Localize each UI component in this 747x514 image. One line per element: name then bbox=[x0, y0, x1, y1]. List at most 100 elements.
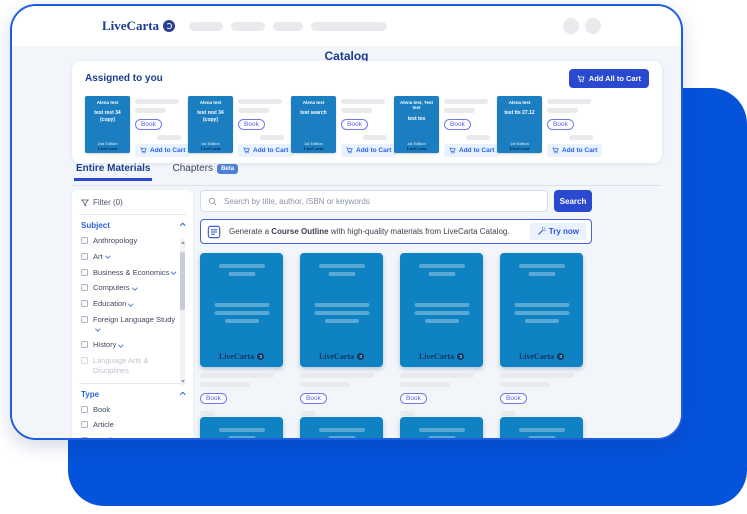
chevron-down-icon[interactable] bbox=[105, 254, 110, 259]
chevron-down-icon[interactable] bbox=[119, 342, 124, 347]
assigned-card: Alena test test search 1st Edition LiveC… bbox=[291, 96, 390, 157]
book-type-badge: Book bbox=[341, 119, 368, 130]
book-cover[interactable]: LiveCarta bbox=[200, 253, 283, 367]
filter-option-bundle[interactable]: Bundle bbox=[81, 436, 184, 440]
livecarta-logo[interactable]: LiveCarta bbox=[102, 18, 175, 34]
filter-option-language-arts[interactable]: Language Arts & Disciplines bbox=[81, 356, 176, 376]
checkbox[interactable] bbox=[81, 300, 88, 307]
subject-scrollbar[interactable] bbox=[180, 238, 185, 386]
add-to-cart-button[interactable]: Add to Cart bbox=[341, 144, 396, 157]
filter-option-computers[interactable]: Computers bbox=[81, 283, 176, 293]
notification-circle[interactable] bbox=[563, 18, 579, 34]
price-placeholder bbox=[260, 135, 284, 140]
scroll-down-arrow-icon[interactable] bbox=[181, 380, 185, 383]
add-to-cart-button[interactable]: Add to Cart bbox=[135, 144, 190, 157]
checkbox[interactable] bbox=[81, 357, 88, 364]
book-cover[interactable] bbox=[300, 417, 383, 440]
checkbox[interactable] bbox=[81, 284, 88, 291]
title-placeholder bbox=[500, 373, 574, 378]
author-placeholder bbox=[341, 108, 372, 113]
cart-icon bbox=[243, 147, 250, 154]
assigned-panel: Assigned to you Add All to Cart Alena te… bbox=[72, 61, 662, 163]
assigned-card: Alena test, Test test test tes 1st Editi… bbox=[394, 96, 493, 157]
filter-option-foreign-language-study[interactable]: Foreign Language Study bbox=[81, 315, 176, 335]
book-cover[interactable]: Alena test test rest 34 (copy) 1st Editi… bbox=[188, 96, 233, 153]
checkbox[interactable] bbox=[81, 341, 88, 348]
option-label: Art bbox=[93, 252, 103, 261]
cover-author: Alena test bbox=[303, 100, 325, 105]
filter-section-type[interactable]: Type bbox=[81, 390, 184, 399]
filter-option-book[interactable]: Book bbox=[81, 405, 184, 415]
catalog-tabs: Entire Materials Chapters Beta bbox=[74, 163, 240, 181]
author-placeholder bbox=[238, 108, 269, 113]
add-to-cart-button[interactable]: Add to Cart bbox=[238, 144, 293, 157]
search-box bbox=[200, 190, 548, 212]
tab-entire-materials[interactable]: Entire Materials bbox=[74, 163, 152, 181]
scroll-up-arrow-icon[interactable] bbox=[181, 241, 185, 244]
search-input[interactable] bbox=[222, 196, 540, 207]
scrollbar-thumb[interactable] bbox=[180, 252, 185, 310]
chevron-down-icon[interactable] bbox=[172, 269, 177, 274]
avatar[interactable] bbox=[585, 18, 601, 34]
option-label: Language Arts & Disciplines bbox=[93, 356, 176, 376]
livecarta-mark-icon bbox=[257, 353, 264, 360]
filter-section-subject[interactable]: Subject bbox=[81, 221, 184, 230]
nav-link-placeholder[interactable] bbox=[311, 22, 387, 31]
add-to-cart-button[interactable]: Add to Cart bbox=[444, 144, 499, 157]
add-to-cart-label: Add to Cart bbox=[562, 147, 597, 154]
checkbox[interactable] bbox=[81, 237, 88, 244]
book-cover[interactable] bbox=[400, 417, 483, 440]
try-now-button[interactable]: Try now bbox=[530, 223, 586, 240]
checkbox[interactable] bbox=[81, 437, 88, 440]
nav-link-placeholder[interactable] bbox=[273, 22, 303, 31]
cover-line bbox=[428, 272, 455, 276]
nav-link-placeholder[interactable] bbox=[231, 22, 265, 31]
book-cover[interactable]: Alena test test tts 27.12 1st Edition Li… bbox=[497, 96, 542, 153]
add-to-cart-button[interactable]: Add to Cart bbox=[547, 144, 602, 157]
book-cover[interactable]: Alena test, Test test test tes 1st Editi… bbox=[394, 96, 439, 153]
cover-line bbox=[528, 272, 555, 276]
cover-brand: LiveCarta bbox=[98, 146, 118, 151]
cover-line bbox=[414, 303, 469, 307]
book-cover[interactable]: Alena test test rest 34 (copy) 2nd Editi… bbox=[85, 96, 130, 153]
checkbox[interactable] bbox=[81, 406, 88, 413]
filter-option-history[interactable]: History bbox=[81, 340, 176, 350]
book-cover[interactable] bbox=[200, 417, 283, 440]
book-cover[interactable] bbox=[500, 417, 583, 440]
filter-option-article[interactable]: Article bbox=[81, 420, 184, 430]
tab-chapters[interactable]: Chapters Beta bbox=[170, 163, 240, 181]
nav-link-placeholder[interactable] bbox=[189, 22, 223, 31]
chevron-down-icon[interactable] bbox=[129, 301, 134, 306]
chevron-down-icon[interactable] bbox=[95, 326, 100, 331]
filter-option-education[interactable]: Education bbox=[81, 299, 176, 309]
chevron-up-icon bbox=[180, 392, 185, 397]
checkbox[interactable] bbox=[81, 421, 88, 428]
add-all-to-cart-button[interactable]: Add All to Cart bbox=[569, 69, 649, 88]
checkbox[interactable] bbox=[81, 316, 88, 323]
assigned-heading: Assigned to you bbox=[85, 73, 163, 84]
search-button[interactable]: Search bbox=[554, 190, 592, 212]
app-window: LiveCarta Catalog Assigned to you bbox=[10, 4, 683, 440]
filter-option-business-economics[interactable]: Business & Economics bbox=[81, 268, 176, 278]
book-cover[interactable]: Alena test test search 1st Edition LiveC… bbox=[291, 96, 336, 153]
cover-title: test rest 34 (copy) bbox=[87, 110, 128, 123]
add-all-to-cart-label: Add All to Cart bbox=[589, 74, 641, 83]
price-placeholder bbox=[363, 135, 387, 140]
magic-wand-icon bbox=[537, 227, 546, 236]
sidebar-divider bbox=[79, 214, 186, 215]
checkbox[interactable] bbox=[81, 253, 88, 260]
filter-option-anthropology[interactable]: Anthropology bbox=[81, 236, 176, 246]
checkbox[interactable] bbox=[81, 269, 88, 276]
author-placeholder bbox=[400, 382, 450, 387]
chevron-down-icon[interactable] bbox=[132, 285, 137, 290]
book-cover[interactable]: LiveCarta bbox=[400, 253, 483, 367]
book-cover[interactable]: LiveCarta bbox=[300, 253, 383, 367]
cover-line bbox=[214, 311, 269, 315]
option-label: History bbox=[93, 340, 116, 349]
book-cover[interactable]: LiveCarta bbox=[500, 253, 583, 367]
price-placeholder bbox=[569, 135, 593, 140]
filter-option-art[interactable]: Art bbox=[81, 252, 176, 262]
cover-line bbox=[225, 319, 259, 323]
type-list: Book Article Bundle Course outline bbox=[81, 405, 184, 441]
cover-brand: LiveCarta bbox=[500, 352, 583, 361]
